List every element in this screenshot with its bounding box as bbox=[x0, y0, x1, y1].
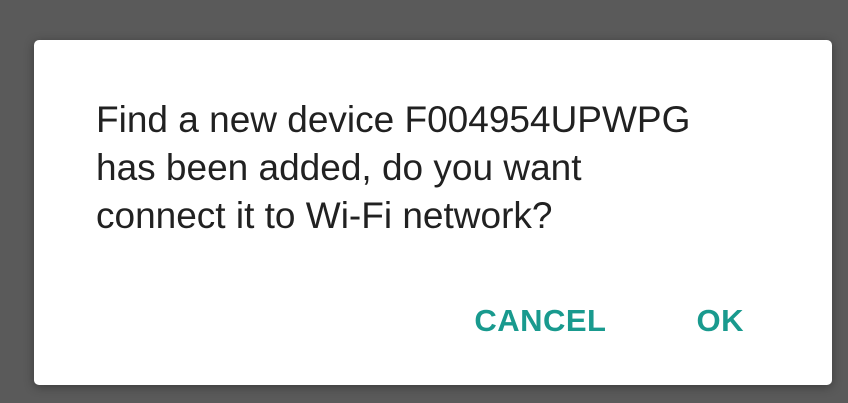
dialog-actions: CANCEL OK bbox=[474, 303, 744, 339]
ok-button[interactable]: OK bbox=[697, 303, 745, 339]
dialog-message: Find a new device F004954UPWPG has been … bbox=[96, 99, 691, 236]
confirm-dialog: Find a new device F004954UPWPG has been … bbox=[34, 40, 832, 385]
cancel-button[interactable]: CANCEL bbox=[474, 303, 606, 339]
